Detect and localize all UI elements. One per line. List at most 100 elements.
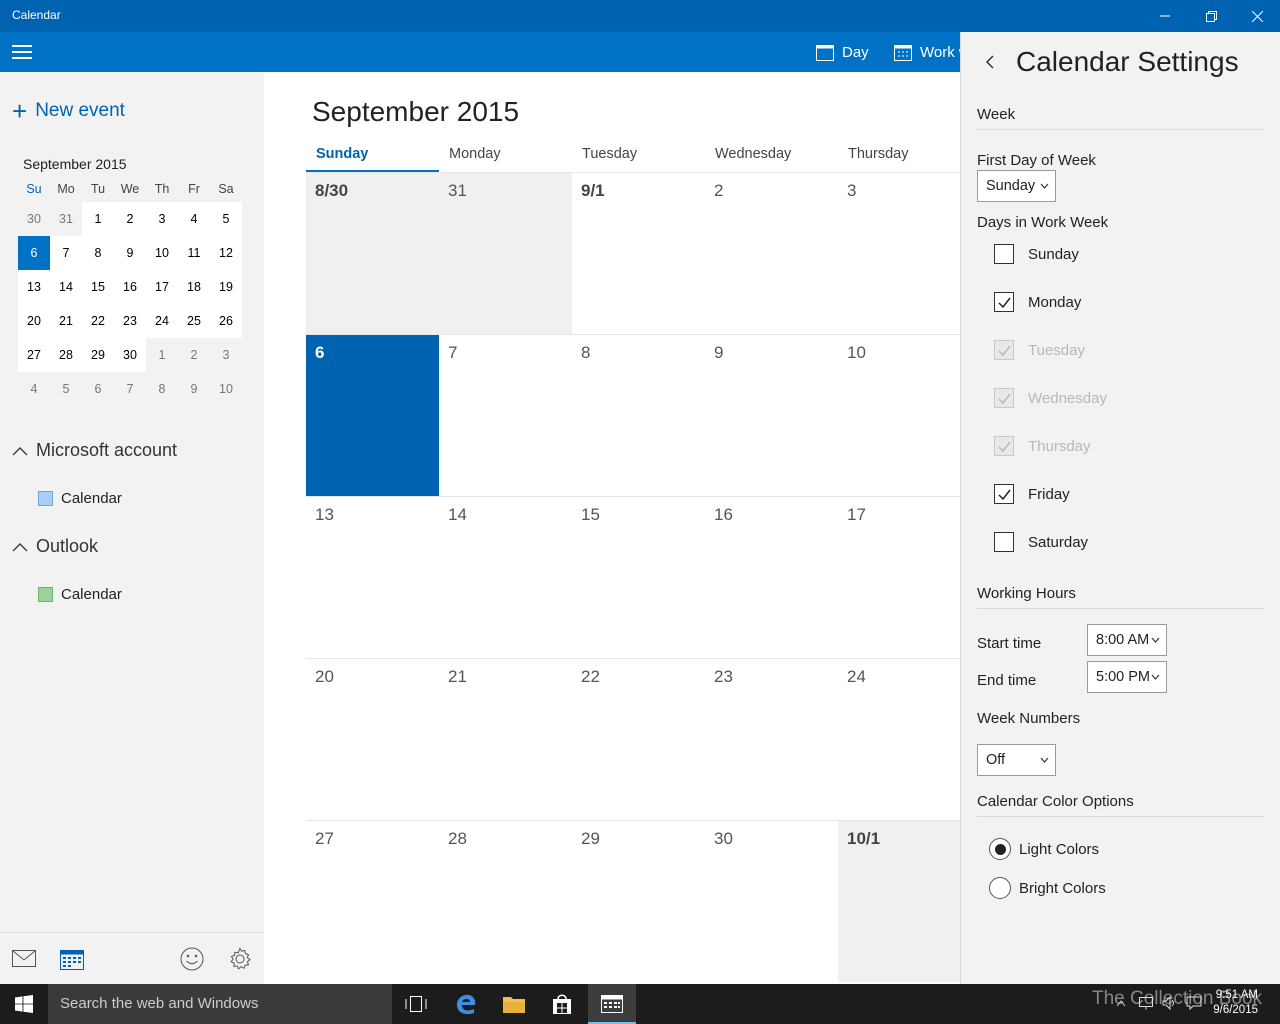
mini-day[interactable]: 28	[50, 338, 82, 372]
mini-day[interactable]: 17	[146, 270, 178, 304]
mini-day[interactable]: 24	[146, 304, 178, 338]
day-view-button[interactable]: Day	[816, 40, 869, 64]
start-button[interactable]	[0, 984, 48, 1024]
day-cell[interactable]: 7	[439, 335, 572, 496]
account-header-outlook[interactable]: Outlook	[12, 536, 98, 557]
day-cell[interactable]: 8	[572, 335, 705, 496]
workday-checkbox-sunday[interactable]: Sunday	[994, 244, 1079, 264]
day-cell[interactable]: 10/1	[838, 821, 960, 982]
first-day-select[interactable]: Sunday	[977, 170, 1056, 202]
account-header-microsoft[interactable]: Microsoft account	[12, 440, 177, 461]
bright-colors-radio[interactable]: Bright Colors	[989, 877, 1106, 899]
day-cell[interactable]: 22	[572, 659, 705, 820]
workday-checkbox-friday[interactable]: Friday	[994, 484, 1070, 504]
mini-day[interactable]: 4	[18, 372, 50, 406]
day-cell[interactable]: 24	[838, 659, 960, 820]
mini-day[interactable]: 5	[210, 202, 242, 236]
calendar-app-button[interactable]	[58, 945, 86, 973]
mini-day[interactable]: 7	[50, 236, 82, 270]
workday-checkbox-saturday[interactable]: Saturday	[994, 532, 1088, 552]
mini-calendar-title[interactable]: September 2015	[23, 156, 127, 172]
action-center-button[interactable]	[1186, 996, 1202, 1013]
close-button[interactable]	[1234, 0, 1280, 32]
day-cell[interactable]: 13	[306, 497, 439, 658]
volume-button[interactable]	[1162, 995, 1178, 1013]
store-button[interactable]	[538, 984, 586, 1024]
mini-day[interactable]: 12	[210, 236, 242, 270]
mail-button[interactable]	[10, 945, 38, 973]
day-cell[interactable]: 28	[439, 821, 572, 982]
day-cell[interactable]: 3	[838, 173, 960, 334]
back-button[interactable]	[985, 54, 995, 75]
mini-day[interactable]: 22	[82, 304, 114, 338]
mini-day[interactable]: 1	[82, 202, 114, 236]
mini-day[interactable]: 25	[178, 304, 210, 338]
task-view-button[interactable]	[392, 984, 440, 1024]
mini-day[interactable]: 21	[50, 304, 82, 338]
edge-browser-button[interactable]	[442, 984, 490, 1024]
work-week-view-button[interactable]: Work w	[894, 40, 970, 64]
day-cell[interactable]: 14	[439, 497, 572, 658]
day-cell[interactable]: 23	[705, 659, 838, 820]
mini-day[interactable]: 1	[146, 338, 178, 372]
network-button[interactable]	[1138, 996, 1154, 1013]
show-hidden-icons-button[interactable]	[1116, 996, 1126, 1010]
calendar-item-outlook[interactable]: Calendar	[38, 586, 122, 603]
mini-day[interactable]: 13	[18, 270, 50, 304]
light-colors-radio[interactable]: Light Colors	[989, 838, 1099, 860]
mini-day[interactable]: 9	[178, 372, 210, 406]
week-numbers-select[interactable]: Off	[977, 744, 1056, 776]
day-cell[interactable]: 10	[838, 335, 960, 496]
mini-day[interactable]: 6	[82, 372, 114, 406]
day-cell[interactable]: 8/30	[306, 173, 439, 334]
minimize-button[interactable]	[1142, 0, 1188, 32]
mini-day[interactable]: 23	[114, 304, 146, 338]
day-cell[interactable]: 31	[439, 173, 572, 334]
mini-day-today[interactable]: 6	[18, 236, 50, 270]
mini-day[interactable]: 29	[82, 338, 114, 372]
mini-day[interactable]: 5	[50, 372, 82, 406]
day-cell[interactable]: 21	[439, 659, 572, 820]
mini-day[interactable]: 7	[114, 372, 146, 406]
mini-day[interactable]: 19	[210, 270, 242, 304]
mini-day[interactable]: 30	[114, 338, 146, 372]
end-time-select[interactable]: 5:00 PM	[1087, 661, 1167, 693]
file-explorer-button[interactable]	[490, 984, 538, 1024]
day-cell[interactable]: 9/1	[572, 173, 705, 334]
mini-day[interactable]: 10	[210, 372, 242, 406]
day-cell[interactable]: 20	[306, 659, 439, 820]
mini-day[interactable]: 26	[210, 304, 242, 338]
taskbar-clock[interactable]: 9:51 AM 9/6/2015	[1213, 988, 1258, 1018]
day-cell[interactable]: 29	[572, 821, 705, 982]
mini-day[interactable]: 20	[18, 304, 50, 338]
mini-day[interactable]: 4	[178, 202, 210, 236]
mini-day[interactable]: 2	[114, 202, 146, 236]
mini-day[interactable]: 14	[50, 270, 82, 304]
calendar-item-microsoft[interactable]: Calendar	[38, 490, 122, 507]
day-cell-today[interactable]: 6	[306, 335, 439, 496]
day-cell[interactable]: 16	[705, 497, 838, 658]
day-cell[interactable]: 27	[306, 821, 439, 982]
calendar-taskbar-button[interactable]	[588, 984, 636, 1024]
start-time-select[interactable]: 8:00 AM	[1087, 624, 1167, 656]
day-cell[interactable]: 9	[705, 335, 838, 496]
day-cell[interactable]: 15	[572, 497, 705, 658]
new-event-button[interactable]: + New event	[12, 98, 125, 124]
mini-day[interactable]: 31	[50, 202, 82, 236]
taskbar-search-box[interactable]: Search the web and Windows	[48, 984, 392, 1024]
restore-button[interactable]	[1188, 0, 1234, 32]
mini-day[interactable]: 16	[114, 270, 146, 304]
settings-button[interactable]	[226, 945, 254, 973]
day-cell[interactable]: 2	[705, 173, 838, 334]
mini-day[interactable]: 30	[18, 202, 50, 236]
feedback-button[interactable]	[178, 945, 206, 973]
mini-day[interactable]: 11	[178, 236, 210, 270]
mini-day[interactable]: 27	[18, 338, 50, 372]
hamburger-menu-button[interactable]	[12, 44, 34, 60]
mini-day[interactable]: 3	[210, 338, 242, 372]
mini-day[interactable]: 2	[178, 338, 210, 372]
mini-day[interactable]: 15	[82, 270, 114, 304]
day-cell[interactable]: 17	[838, 497, 960, 658]
mini-day[interactable]: 18	[178, 270, 210, 304]
mini-day[interactable]: 3	[146, 202, 178, 236]
